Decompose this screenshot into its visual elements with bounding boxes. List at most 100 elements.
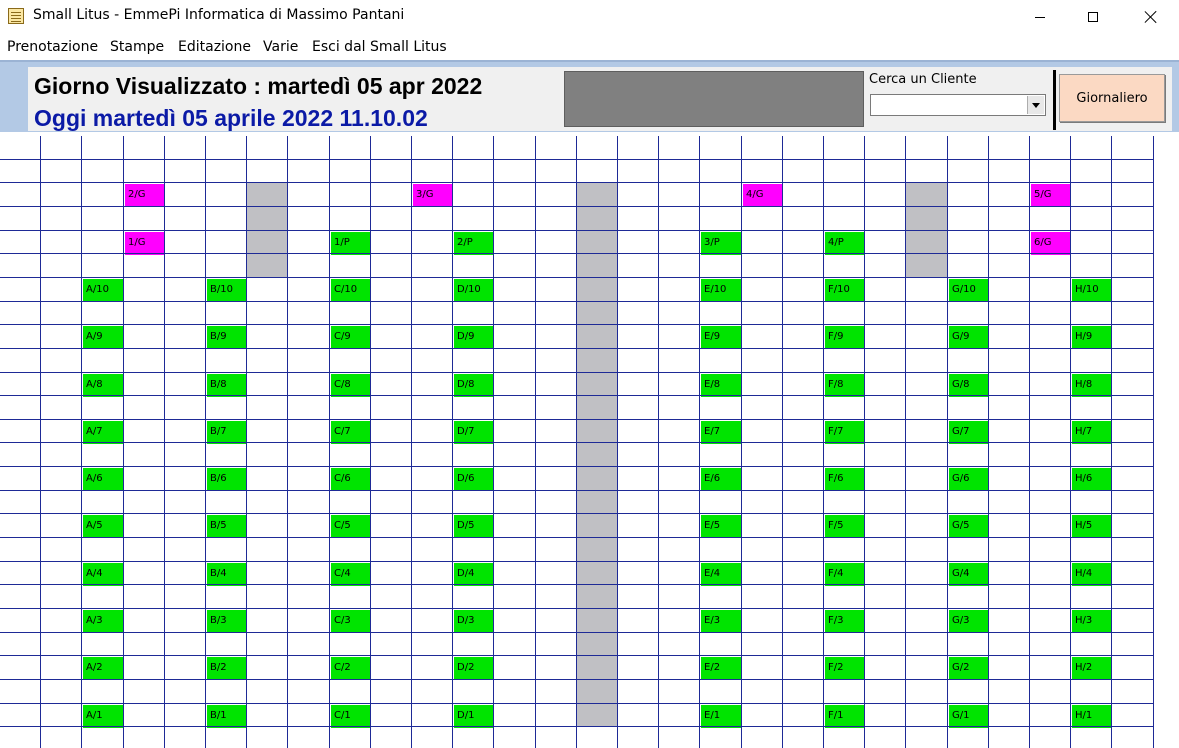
umbrella-slot[interactable]: B/4: [207, 563, 247, 586]
umbrella-slot[interactable]: C/2: [331, 657, 371, 680]
umbrella-slot[interactable]: A/7: [83, 421, 123, 444]
umbrella-slot[interactable]: B/8: [207, 374, 247, 397]
umbrella-slot[interactable]: H/6: [1072, 468, 1112, 491]
umbrella-slot[interactable]: E/7: [701, 421, 741, 444]
umbrella-slot[interactable]: B/3: [207, 610, 247, 633]
umbrella-slot[interactable]: G/3: [949, 610, 989, 633]
umbrella-slot[interactable]: H/9: [1072, 326, 1112, 349]
umbrella-slot[interactable]: G/5: [949, 515, 989, 538]
umbrella-slot[interactable]: D/9: [454, 326, 494, 349]
umbrella-slot[interactable]: C/1: [331, 705, 371, 728]
umbrella-slot[interactable]: A/1: [83, 705, 123, 728]
umbrella-slot[interactable]: A/5: [83, 515, 123, 538]
umbrella-slot[interactable]: F/8: [825, 374, 865, 397]
umbrella-slot[interactable]: G/2: [949, 657, 989, 680]
umbrella-slot[interactable]: F/10: [825, 279, 865, 302]
close-button[interactable]: [1128, 0, 1174, 34]
umbrella-slot[interactable]: B/6: [207, 468, 247, 491]
umbrella-slot[interactable]: C/3: [331, 610, 371, 633]
umbrella-slot[interactable]: 4/P: [825, 232, 865, 255]
gazebo-slot[interactable]: 1/G: [125, 232, 165, 255]
menu-editazione[interactable]: Editazione: [178, 39, 251, 55]
umbrella-slot[interactable]: E/2: [701, 657, 741, 680]
gazebo-slot[interactable]: 5/G: [1031, 184, 1071, 207]
search-client-combo[interactable]: [870, 94, 1046, 116]
umbrella-slot[interactable]: D/6: [454, 468, 494, 491]
umbrella-slot[interactable]: D/8: [454, 374, 494, 397]
umbrella-slot[interactable]: A/3: [83, 610, 123, 633]
umbrella-slot[interactable]: C/5: [331, 515, 371, 538]
umbrella-slot[interactable]: F/9: [825, 326, 865, 349]
umbrella-slot[interactable]: D/1: [454, 705, 494, 728]
umbrella-slot[interactable]: D/5: [454, 515, 494, 538]
umbrella-slot[interactable]: G/10: [949, 279, 989, 302]
umbrella-slot[interactable]: C/6: [331, 468, 371, 491]
umbrella-slot[interactable]: F/2: [825, 657, 865, 680]
umbrella-slot[interactable]: 2/P: [454, 232, 494, 255]
umbrella-slot[interactable]: E/3: [701, 610, 741, 633]
umbrella-slot[interactable]: D/7: [454, 421, 494, 444]
umbrella-slot[interactable]: F/3: [825, 610, 865, 633]
menu-esci[interactable]: Esci dal Small Litus: [312, 39, 447, 55]
umbrella-slot[interactable]: B/5: [207, 515, 247, 538]
umbrella-slot[interactable]: A/10: [83, 279, 123, 302]
umbrella-slot[interactable]: H/5: [1072, 515, 1112, 538]
umbrella-slot[interactable]: G/7: [949, 421, 989, 444]
umbrella-slot[interactable]: 3/P: [701, 232, 741, 255]
umbrella-slot[interactable]: E/8: [701, 374, 741, 397]
gazebo-slot[interactable]: 2/G: [125, 184, 165, 207]
umbrella-slot[interactable]: H/4: [1072, 563, 1112, 586]
umbrella-slot[interactable]: H/3: [1072, 610, 1112, 633]
umbrella-slot[interactable]: H/7: [1072, 421, 1112, 444]
umbrella-slot[interactable]: H/8: [1072, 374, 1112, 397]
daily-button[interactable]: Giornaliero: [1059, 74, 1165, 122]
umbrella-slot[interactable]: A/2: [83, 657, 123, 680]
chevron-down-icon[interactable]: [1027, 96, 1044, 114]
umbrella-slot[interactable]: C/10: [331, 279, 371, 302]
umbrella-slot[interactable]: C/4: [331, 563, 371, 586]
umbrella-slot[interactable]: A/9: [83, 326, 123, 349]
umbrella-slot[interactable]: H/2: [1072, 657, 1112, 680]
umbrella-slot[interactable]: F/4: [825, 563, 865, 586]
umbrella-slot[interactable]: E/5: [701, 515, 741, 538]
umbrella-slot[interactable]: D/10: [454, 279, 494, 302]
umbrella-slot[interactable]: 1/P: [331, 232, 371, 255]
umbrella-slot[interactable]: D/3: [454, 610, 494, 633]
umbrella-slot[interactable]: G/9: [949, 326, 989, 349]
umbrella-slot[interactable]: G/8: [949, 374, 989, 397]
gazebo-slot[interactable]: 3/G: [413, 184, 453, 207]
umbrella-slot[interactable]: D/2: [454, 657, 494, 680]
umbrella-slot[interactable]: B/7: [207, 421, 247, 444]
umbrella-slot[interactable]: E/6: [701, 468, 741, 491]
umbrella-slot[interactable]: F/7: [825, 421, 865, 444]
umbrella-slot[interactable]: G/4: [949, 563, 989, 586]
umbrella-slot[interactable]: F/1: [825, 705, 865, 728]
umbrella-slot[interactable]: E/1: [701, 705, 741, 728]
umbrella-slot[interactable]: B/2: [207, 657, 247, 680]
umbrella-slot[interactable]: H/10: [1072, 279, 1112, 302]
umbrella-slot[interactable]: C/7: [331, 421, 371, 444]
gazebo-slot[interactable]: 6/G: [1031, 232, 1071, 255]
umbrella-slot[interactable]: E/9: [701, 326, 741, 349]
umbrella-slot[interactable]: G/1: [949, 705, 989, 728]
minimize-button[interactable]: [1017, 0, 1063, 34]
umbrella-slot[interactable]: D/4: [454, 563, 494, 586]
umbrella-slot[interactable]: A/4: [83, 563, 123, 586]
umbrella-slot[interactable]: B/10: [207, 279, 247, 302]
menu-stampe[interactable]: Stampe: [110, 39, 164, 55]
umbrella-slot[interactable]: B/1: [207, 705, 247, 728]
umbrella-slot[interactable]: E/4: [701, 563, 741, 586]
gazebo-slot[interactable]: 4/G: [743, 184, 783, 207]
umbrella-slot[interactable]: G/6: [949, 468, 989, 491]
umbrella-slot[interactable]: A/8: [83, 374, 123, 397]
umbrella-slot[interactable]: B/9: [207, 326, 247, 349]
umbrella-slot[interactable]: A/6: [83, 468, 123, 491]
umbrella-slot[interactable]: F/6: [825, 468, 865, 491]
umbrella-slot[interactable]: C/9: [331, 326, 371, 349]
umbrella-slot[interactable]: F/5: [825, 515, 865, 538]
maximize-button[interactable]: [1070, 0, 1116, 34]
umbrella-slot[interactable]: E/10: [701, 279, 741, 302]
menu-varie[interactable]: Varie: [263, 39, 298, 55]
umbrella-slot[interactable]: C/8: [331, 374, 371, 397]
umbrella-slot[interactable]: H/1: [1072, 705, 1112, 728]
